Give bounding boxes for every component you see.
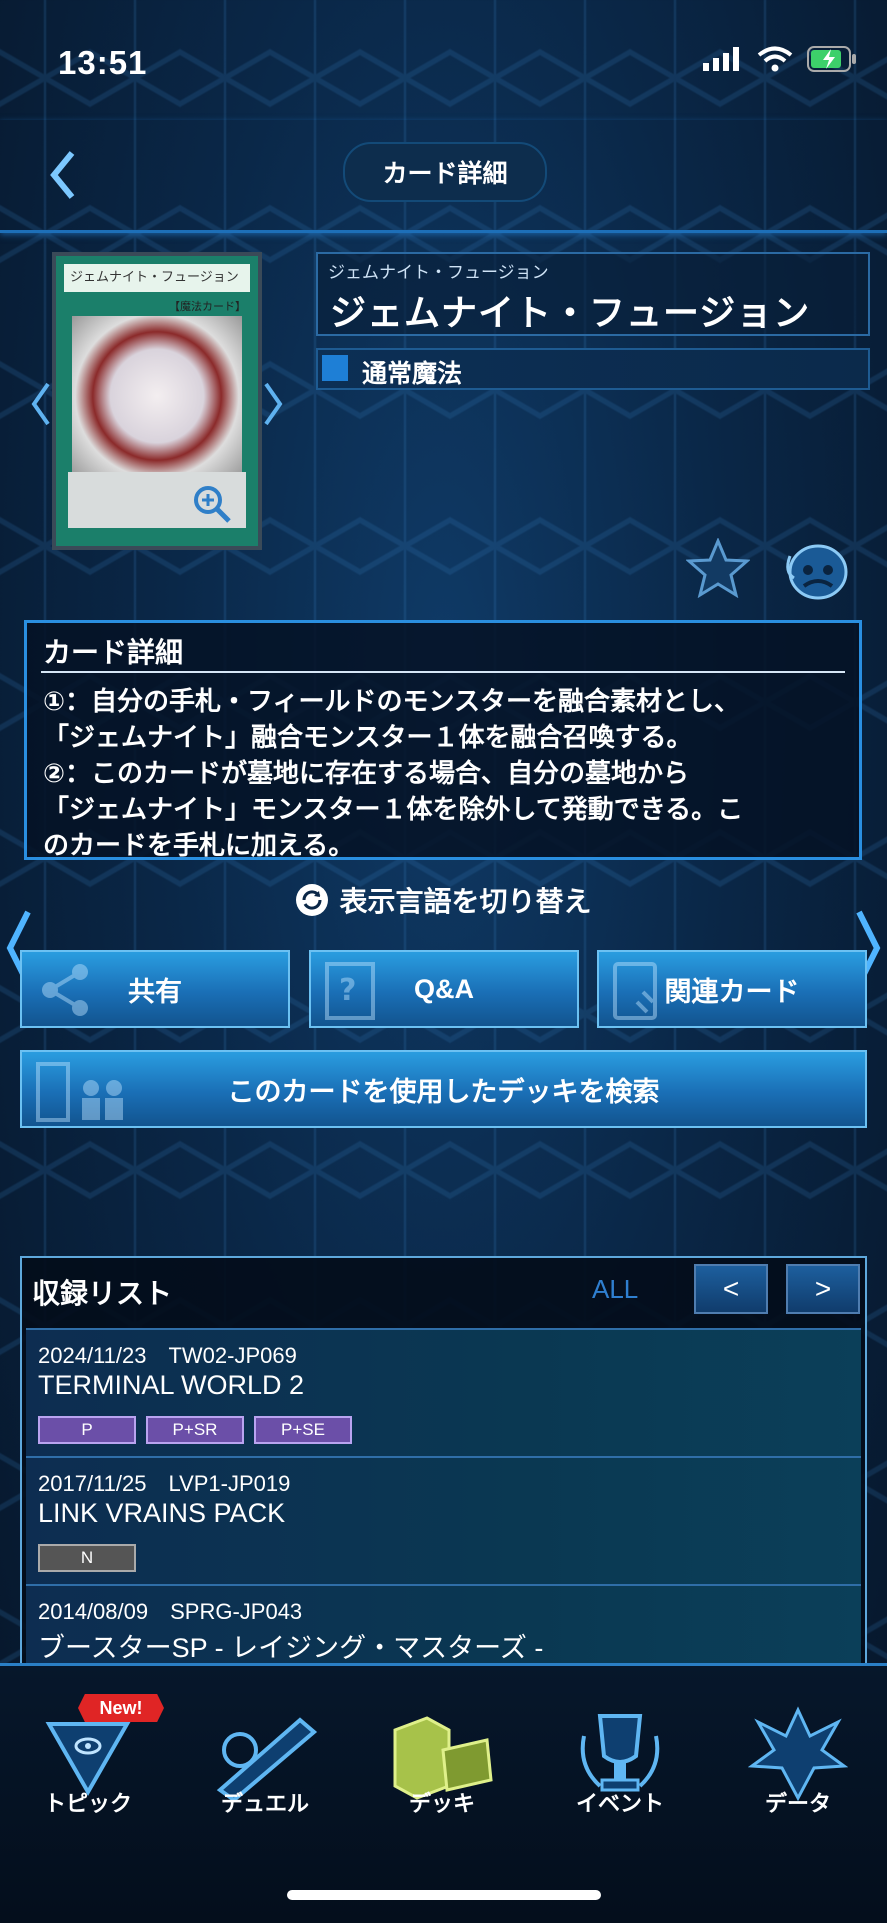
detail-title: カード詳細 bbox=[43, 637, 184, 668]
language-toggle-label: 表示言語を切り替え bbox=[339, 886, 592, 917]
signal-icon bbox=[703, 47, 739, 71]
related-cards-button[interactable]: 関連カード bbox=[597, 950, 867, 1028]
tab-label: デュエル bbox=[220, 1791, 309, 1816]
release-list-filter[interactable]: ALL bbox=[592, 1274, 638, 1305]
related-cards-icon bbox=[613, 962, 657, 1020]
release-list: 収録リスト ALL < > 2024/11/23 TW02-JP069 TERM… bbox=[20, 1256, 867, 1676]
mascot-icon[interactable] bbox=[780, 532, 852, 604]
rarity-badge: P+SE bbox=[254, 1416, 352, 1444]
back-arrow-icon bbox=[50, 151, 75, 199]
card-type-box: 通常魔法 bbox=[316, 348, 870, 390]
tab-label: イベント bbox=[575, 1791, 664, 1816]
tab-duel[interactable]: デュエル bbox=[185, 1686, 345, 1866]
detail-text: ①：自分の手札・フィールドのモンスターを融合素材とし、 「ジェムナイト」融合モン… bbox=[43, 686, 744, 860]
star-icon[interactable] bbox=[686, 538, 750, 598]
list-next-button[interactable]: > bbox=[786, 1264, 860, 1314]
tab-label: データ bbox=[764, 1791, 831, 1816]
card-detail-box: カード詳細 ①：自分の手札・フィールドのモンスターを融合素材とし、 「ジェムナイ… bbox=[24, 620, 862, 860]
zoom-icon[interactable] bbox=[192, 484, 232, 524]
prev-card-icon[interactable] bbox=[28, 380, 54, 428]
list-prev-button[interactable]: < bbox=[694, 1264, 768, 1314]
refresh-icon bbox=[296, 884, 329, 916]
release-meta: 2024/11/23 TW02-JP069 bbox=[38, 1343, 297, 1368]
release-name: LINK VRAINS PACK bbox=[38, 1498, 286, 1528]
page-title: カード詳細 bbox=[343, 142, 547, 202]
next-card-icon[interactable] bbox=[260, 380, 286, 428]
card-image-type: 【魔法カード】 bbox=[169, 301, 246, 313]
card-artwork bbox=[72, 316, 242, 476]
deck-search-label: このカードを使用したデッキを検索 bbox=[227, 1076, 660, 1107]
bottom-tab-bar: New! トピック デュエル デッキ イベント データ bbox=[0, 1663, 887, 1923]
card-name: ジェムナイト・フュージョン bbox=[330, 292, 811, 333]
wifi-icon bbox=[757, 46, 793, 72]
related-cards-label: 関連カード bbox=[664, 976, 800, 1007]
rarity-badge: N bbox=[38, 1544, 136, 1572]
tab-label: トピック bbox=[43, 1791, 132, 1816]
card-image[interactable]: ジェムナイト・フュージョン 【魔法カード】 bbox=[52, 252, 262, 550]
release-name: ブースターSP - レイジング・マスターズ - bbox=[38, 1633, 544, 1663]
qa-button[interactable]: ? Q&A bbox=[309, 950, 579, 1028]
share-icon bbox=[42, 964, 88, 1016]
svg-text:?: ? bbox=[339, 973, 356, 1008]
detail-divider bbox=[41, 671, 845, 673]
share-label: 共有 bbox=[128, 976, 182, 1007]
card-name-box: ジェムナイト・フュージョン ジェムナイト・フュージョン bbox=[316, 252, 870, 336]
new-badge: New! bbox=[78, 1694, 164, 1722]
rarity-badge: P bbox=[38, 1416, 136, 1444]
millennium-puzzle-icon bbox=[45, 1722, 131, 1797]
tab-data[interactable]: データ bbox=[718, 1686, 878, 1866]
deck-search-button[interactable]: このカードを使用したデッキを検索 bbox=[20, 1050, 867, 1128]
tab-deck[interactable]: デッキ bbox=[362, 1686, 522, 1866]
deck-people-icon bbox=[36, 1062, 123, 1122]
release-list-title: 収録リスト bbox=[32, 1278, 173, 1309]
rarity-badge: P+SR bbox=[146, 1416, 244, 1444]
status-icons bbox=[703, 46, 857, 72]
card-image-name: ジェムナイト・フュージョン bbox=[64, 264, 250, 292]
qa-icon: ? bbox=[325, 962, 375, 1020]
release-meta: 2017/11/25 LVP1-JP019 bbox=[38, 1471, 291, 1496]
release-list-header: 収録リスト ALL < > bbox=[22, 1258, 865, 1322]
qa-label: Q&A bbox=[414, 973, 474, 1004]
language-toggle[interactable]: 表示言語を切り替え bbox=[0, 880, 887, 920]
home-indicator[interactable] bbox=[287, 1890, 601, 1900]
status-time: 13:51 bbox=[58, 44, 148, 81]
list-item[interactable]: 2017/11/25 LVP1-JP019 LINK VRAINS PACK N bbox=[26, 1456, 861, 1586]
type-marker bbox=[322, 355, 348, 381]
battery-charging-icon bbox=[807, 46, 856, 72]
release-meta: 2014/08/09 SPRG-JP043 bbox=[38, 1599, 303, 1624]
list-item[interactable]: 2024/11/23 TW02-JP069 TERMINAL WORLD 2 P… bbox=[26, 1328, 861, 1458]
card-type: 通常魔法 bbox=[362, 360, 463, 388]
tab-topics[interactable]: New! トピック bbox=[8, 1686, 168, 1866]
card-name-ruby: ジェムナイト・フュージョン bbox=[328, 263, 549, 282]
back-button[interactable] bbox=[40, 145, 90, 205]
tab-event[interactable]: イベント bbox=[540, 1686, 700, 1866]
tab-label: デッキ bbox=[408, 1791, 475, 1816]
release-name: TERMINAL WORLD 2 bbox=[38, 1370, 305, 1400]
share-button[interactable]: 共有 bbox=[20, 950, 290, 1028]
